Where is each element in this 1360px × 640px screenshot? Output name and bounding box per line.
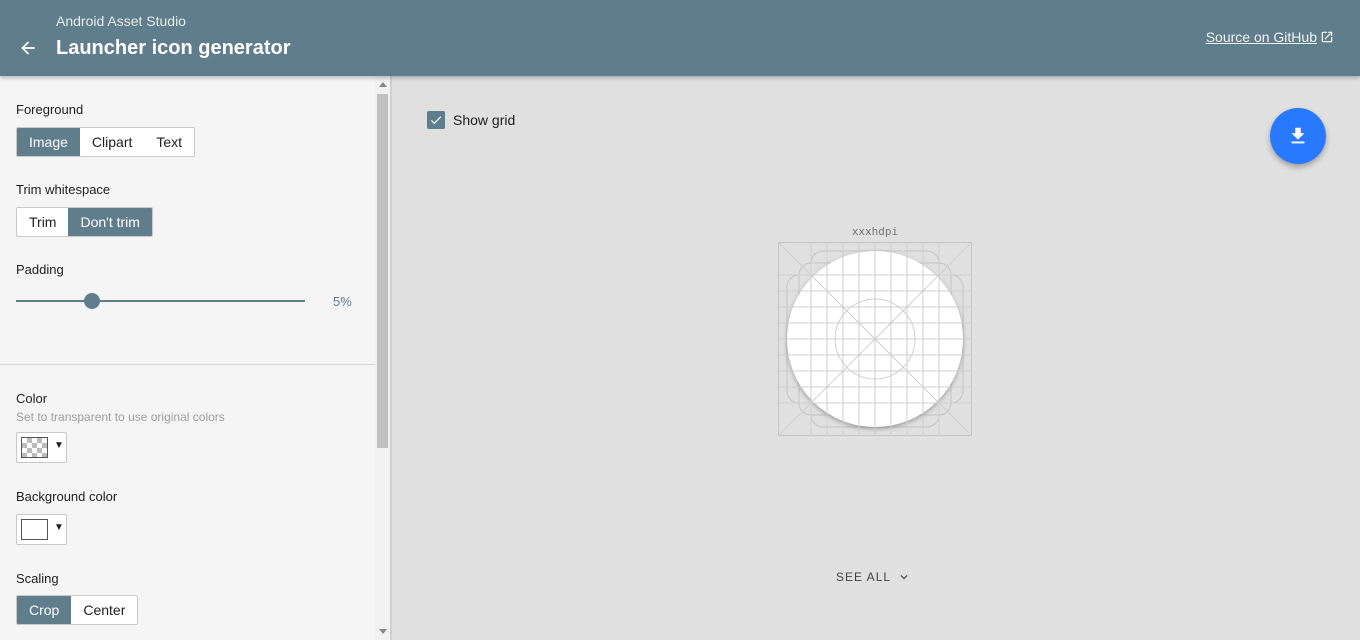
arrow-back-icon [21, 41, 35, 55]
dropdown-arrow-icon: ▼ [54, 440, 64, 451]
keyline-grid-overlay [778, 242, 972, 436]
padding-label: Padding [16, 262, 64, 277]
dont-trim-option[interactable]: Don't trim [68, 208, 152, 236]
color-hint: Set to transparent to use original color… [16, 410, 225, 424]
dropdown-arrow-icon: ▼ [54, 522, 64, 533]
scaling-label: Scaling [16, 571, 59, 586]
scrollbar-thumb[interactable] [377, 94, 388, 448]
scroll-down-arrow-icon[interactable] [379, 629, 387, 634]
see-all-label: SEE ALL [836, 570, 892, 584]
icon-preview [778, 242, 972, 436]
page-title: Launcher icon generator [56, 37, 291, 59]
section-divider [0, 364, 375, 365]
preview-area: Show grid xxxhdpi SEE ALL [394, 76, 1360, 640]
checkbox-box[interactable] [427, 111, 445, 129]
options-sidebar: Foreground Image Clipart Text Trim white… [0, 76, 392, 640]
chevron-down-icon [900, 575, 908, 580]
scaling-selector: Crop Center [16, 595, 139, 625]
sidebar-scrollbar[interactable] [375, 76, 390, 640]
scaling-center-option[interactable]: Center [71, 596, 138, 624]
foreground-image-option[interactable]: Image [17, 128, 80, 156]
download-button[interactable] [1270, 108, 1326, 164]
github-link-label: Source on GitHub [1205, 29, 1317, 45]
app-subtitle: Android Asset Studio [56, 13, 186, 29]
app-header: Android Asset Studio Launcher icon gener… [0, 0, 1360, 76]
foreground-label: Foreground [16, 102, 84, 117]
see-all-button[interactable]: SEE ALL [836, 570, 911, 584]
padding-slider[interactable] [16, 292, 305, 310]
padding-slider-thumb[interactable] [84, 293, 100, 309]
download-icon [1291, 127, 1305, 144]
back-button[interactable] [14, 34, 42, 62]
padding-value: 5% [333, 294, 352, 309]
background-color-picker[interactable]: ▼ [16, 514, 67, 545]
transparent-swatch [21, 437, 48, 458]
background-color-swatch [21, 519, 48, 540]
padding-slider-track [16, 300, 305, 302]
scroll-up-arrow-icon[interactable] [379, 82, 387, 87]
show-grid-checkbox[interactable]: Show grid [427, 111, 515, 129]
color-label: Color [16, 391, 48, 406]
trim-whitespace-selector: Trim Don't trim [16, 207, 153, 237]
color-picker[interactable]: ▼ [16, 432, 67, 463]
show-grid-label: Show grid [453, 112, 516, 128]
foreground-selector: Image Clipart Text [16, 127, 196, 157]
foreground-clipart-option[interactable]: Clipart [79, 128, 145, 156]
options-form: Foreground Image Clipart Text Trim white… [0, 76, 375, 640]
density-label: xxxhdpi [851, 225, 899, 238]
trim-whitespace-label: Trim whitespace [16, 182, 111, 197]
scaling-crop-option[interactable]: Crop [17, 596, 72, 624]
check-icon [430, 116, 442, 125]
foreground-text-option[interactable]: Text [144, 128, 195, 156]
background-color-label: Background color [16, 489, 118, 504]
open-in-new-icon [1321, 31, 1333, 43]
source-on-github-link[interactable]: Source on GitHub [1206, 29, 1334, 45]
trim-option[interactable]: Trim [17, 208, 69, 236]
